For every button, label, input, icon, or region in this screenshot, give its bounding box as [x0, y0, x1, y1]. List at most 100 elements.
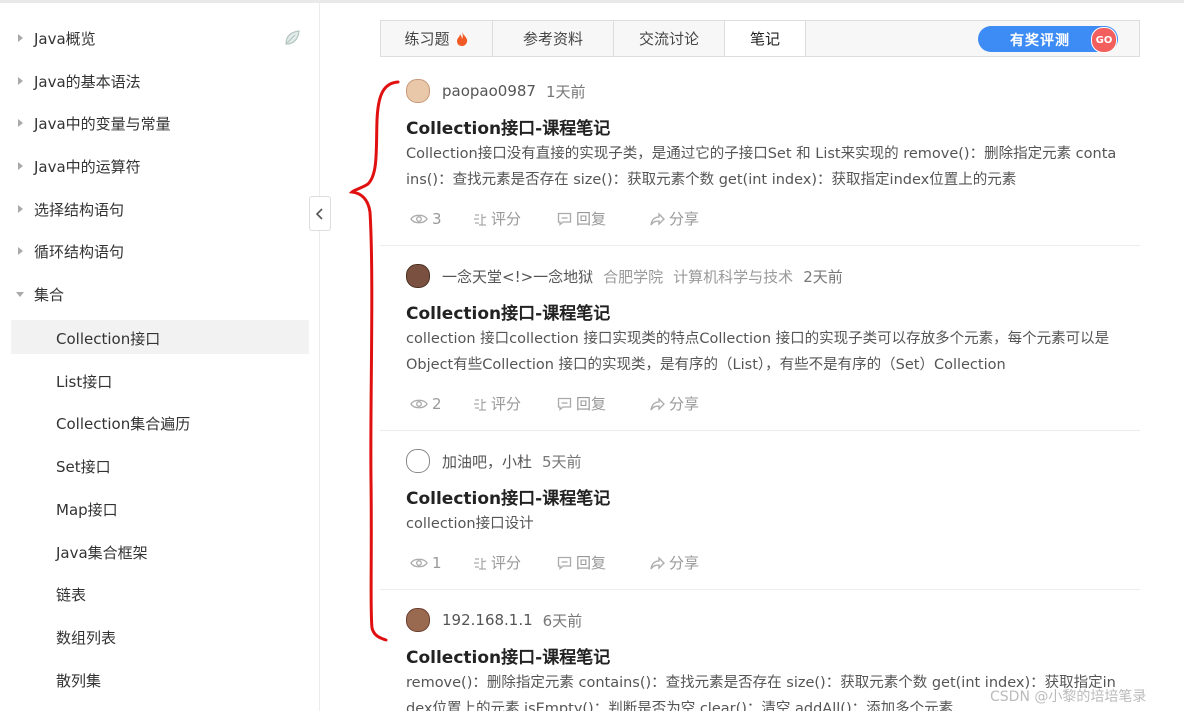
- sidebar-subitem-collection[interactable]: Collection接口: [11, 320, 309, 354]
- caret-right-icon: [18, 247, 23, 255]
- sidebar-subitem-hashset[interactable]: 散列集: [11, 662, 309, 696]
- sidebar-item-label: Java中的变量与常量: [34, 114, 171, 133]
- sidebar-subitem-list[interactable]: List接口: [11, 363, 309, 397]
- tab-label: 交流讨论: [638, 30, 699, 48]
- note-body[interactable]: collection接口设计: [406, 511, 1118, 537]
- caret-down-icon: [16, 292, 24, 297]
- share-button[interactable]: 分享: [649, 552, 699, 573]
- eye-icon: [410, 399, 428, 408]
- tab-references[interactable]: 参考资料: [493, 21, 614, 56]
- sidebar-subitem-label: Collection集合遍历: [56, 415, 191, 433]
- reply-label: 回复: [576, 554, 607, 572]
- tab-label: 参考资料: [522, 30, 583, 48]
- tab-notes[interactable]: 笔记: [725, 21, 806, 56]
- comment-icon: [557, 212, 572, 226]
- tab-exercises[interactable]: 练习题: [381, 21, 493, 56]
- go-badge: GO: [1091, 27, 1117, 53]
- sidebar-subitem-label: 数组列表: [56, 629, 117, 647]
- note-body[interactable]: Collection接口没有直接的实现子类，是通过它的子接口Set 和 List…: [406, 141, 1118, 193]
- sidebar-item-selection[interactable]: 选择结构语句: [0, 192, 300, 226]
- avatar[interactable]: [406, 264, 430, 288]
- share-button[interactable]: 分享: [649, 208, 699, 229]
- sidebar-subitem-label: 链表: [56, 586, 87, 604]
- comment-icon: [557, 556, 572, 570]
- sidebar-item-label: Java概览: [34, 29, 96, 48]
- views-count: 3: [432, 209, 442, 228]
- share-button[interactable]: 分享: [649, 393, 699, 414]
- tab-discussion[interactable]: 交流讨论: [614, 21, 725, 56]
- sidebar-item-loops[interactable]: 循环结构语句: [0, 234, 300, 268]
- rate-button[interactable]: 评分: [473, 208, 557, 229]
- note-body[interactable]: collection 接口collection 接口实现类的特点Collecti…: [406, 326, 1118, 378]
- note-actions: 1 评分 回复 分享: [410, 552, 699, 573]
- sidebar-subitem-linkedlist[interactable]: 链表: [11, 576, 309, 610]
- note-title[interactable]: Collection接口-课程笔记: [406, 643, 610, 668]
- tab-label: 笔记: [749, 30, 780, 48]
- rate-label: 评分: [491, 554, 522, 572]
- author-name[interactable]: 一念天堂<!>一念地狱: [442, 266, 593, 287]
- share-icon: [650, 211, 665, 226]
- sidebar-subitem-label: Java集合框架: [56, 544, 148, 562]
- views-count: 1: [432, 553, 442, 572]
- views-count: 2: [432, 394, 442, 413]
- avatar[interactable]: [406, 449, 430, 473]
- sidebar-item-label: 循环结构语句: [34, 242, 125, 261]
- share-label: 分享: [669, 210, 700, 228]
- caret-right-icon: [18, 119, 23, 127]
- rate-label: 评分: [491, 395, 522, 413]
- views-counter: 3: [410, 208, 473, 229]
- note-title[interactable]: Collection接口-课程笔记: [406, 114, 610, 139]
- avatar[interactable]: [406, 79, 430, 103]
- caret-right-icon: [18, 162, 23, 170]
- rate-button[interactable]: 评分: [473, 393, 557, 414]
- sidebar-item-java-overview[interactable]: Java概览: [0, 21, 300, 55]
- sidebar-item-collections[interactable]: 集合: [0, 277, 300, 311]
- watermark: CSDN @小黎的培培笔录: [990, 689, 1147, 705]
- note-divider: [380, 430, 1140, 431]
- reward-evaluation-button[interactable]: 有奖评测 GO: [978, 26, 1118, 53]
- comment-icon: [557, 397, 572, 411]
- note-title[interactable]: Collection接口-课程笔记: [406, 484, 610, 509]
- note-title[interactable]: Collection接口-课程笔记: [406, 299, 610, 324]
- sidebar-subitem-label: List接口: [56, 373, 113, 391]
- share-label: 分享: [669, 395, 700, 413]
- avatar[interactable]: [406, 608, 430, 632]
- eye-icon: [410, 214, 428, 223]
- sidebar-subitem-map[interactable]: Map接口: [11, 491, 309, 525]
- caret-right-icon: [18, 34, 23, 42]
- author-name[interactable]: paopao0987: [442, 82, 536, 100]
- reply-button[interactable]: 回复: [557, 393, 649, 414]
- sidebar-item-variables[interactable]: Java中的变量与常量: [0, 106, 300, 140]
- rate-icon: [474, 213, 487, 226]
- views-counter: 1: [410, 552, 473, 573]
- reply-button[interactable]: 回复: [557, 552, 649, 573]
- post-time: 1天前: [545, 82, 586, 101]
- author-name[interactable]: 192.168.1.1: [442, 611, 533, 629]
- sidebar-subitem-label: Map接口: [56, 501, 118, 519]
- post-time: 5天前: [542, 452, 582, 471]
- eye-icon: [410, 558, 428, 567]
- sidebar-subitem-traversal[interactable]: Collection集合遍历: [11, 405, 309, 439]
- author-name[interactable]: 加油吧，小杜: [442, 451, 532, 472]
- sidebar-item-operators[interactable]: Java中的运算符: [0, 149, 300, 183]
- tab-bar: 练习题 参考资料 交流讨论 笔记 有奖评测 GO: [380, 20, 1140, 57]
- reply-button[interactable]: 回复: [557, 208, 649, 229]
- sidebar-subitem-framework[interactable]: Java集合框架: [11, 534, 309, 568]
- leaf-icon: [285, 30, 300, 45]
- sidebar-subitem-set[interactable]: Set接口: [11, 448, 309, 482]
- note-divider: [380, 589, 1140, 590]
- note-author-row: paopao0987 1天前: [406, 79, 586, 103]
- sidebar-subitem-arraylist[interactable]: 数组列表: [11, 619, 309, 653]
- sidebar-item-label: 选择结构语句: [34, 200, 125, 219]
- note-author-row: 加油吧，小杜 5天前: [406, 449, 582, 473]
- sidebar-subitem-label: Set接口: [56, 458, 111, 476]
- collapse-sidebar-button[interactable]: [309, 196, 331, 231]
- share-label: 分享: [669, 554, 700, 572]
- rate-button[interactable]: 评分: [473, 552, 557, 573]
- sidebar-item-basic-syntax[interactable]: Java的基本语法: [0, 64, 300, 98]
- sidebar-item-label: 集合: [34, 285, 65, 304]
- author-school: 合肥学院: [603, 267, 664, 286]
- sidebar-item-label: Java中的运算符: [34, 157, 141, 176]
- rate-icon: [474, 557, 487, 570]
- caret-right-icon: [18, 77, 23, 85]
